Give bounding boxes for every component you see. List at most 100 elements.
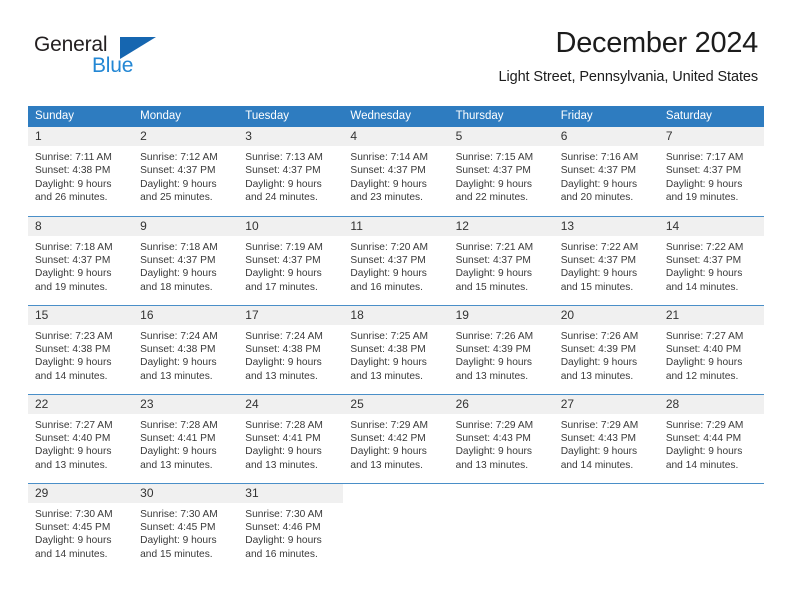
daylight-text-line2: and 23 minutes.	[350, 192, 423, 204]
calendar-day-cell[interactable]: 11 Sunrise: 7:20 AM Sunset: 4:37 PM Dayligh…	[343, 215, 449, 305]
day-number: 22	[28, 394, 134, 414]
sunset-text: Sunset: 4:37 PM	[140, 165, 216, 177]
sunrise-text: Sunrise: 7:27 AM	[35, 419, 113, 431]
day-number: 1	[28, 127, 134, 146]
calendar-day-cell[interactable]: 5 Sunrise: 7:15 AM Sunset: 4:37 PM Daylight…	[448, 127, 554, 216]
sunset-text: Sunset: 4:37 PM	[665, 165, 742, 177]
day-info: Sunrise: 7:16 AM Sunset: 4:37 PM Daylight:…	[554, 146, 659, 205]
daylight-text-line1: Daylight: 9 hours	[35, 268, 112, 280]
daylight-text-line1: Daylight: 9 hours	[140, 357, 217, 369]
day-info: Sunrise: 7:24 AM Sunset: 4:38 PM Daylight:…	[238, 325, 343, 384]
weekday-header-wednesday: Wednesday	[343, 106, 449, 127]
day-info: Sunrise: 7:22 AM Sunset: 4:37 PM Daylight:…	[554, 236, 659, 295]
daylight-text-line2: and 13 minutes.	[455, 459, 529, 471]
sunrise-text: Sunrise: 7:28 AM	[245, 419, 323, 431]
weekday-header-row: Sunday Monday Tuesday Wednesday Thursday Frid…	[28, 106, 764, 127]
daylight-text-line1: Daylight: 9 hours	[245, 268, 322, 280]
daylight-text-line1: Daylight: 9 hours	[245, 535, 322, 547]
calendar-day-cell[interactable]: 25 Sunrise: 7:29 AM Sunset: 4:42 PM Dayligh…	[343, 393, 449, 483]
calendar-day-cell[interactable]: 23 Sunrise: 7:28 AM Sunset: 4:41 PM Dayligh…	[133, 393, 239, 483]
calendar-day-cell[interactable]: 15 Sunrise: 7:23 AM Sunset: 4:38 PM Dayligh…	[28, 304, 134, 394]
day-number: 10	[238, 216, 344, 236]
calendar-day-cell[interactable]: 22 Sunrise: 7:27 AM Sunset: 4:40 PM Dayligh…	[28, 393, 134, 483]
calendar-day-cell[interactable]: 21 Sunrise: 7:27 AM Sunset: 4:40 PM Dayligh…	[658, 304, 764, 394]
daylight-text-line2: and 13 minutes.	[245, 370, 318, 382]
sunset-text: Sunset: 4:45 PM	[35, 521, 111, 533]
calendar-day-cell[interactable]: 3 Sunrise: 7:13 AM Sunset: 4:37 PM Daylight…	[238, 127, 344, 216]
sunrise-text: Sunrise: 7:11 AM	[35, 152, 112, 163]
calendar-day-cell[interactable]: 26 Sunrise: 7:29 AM Sunset: 4:43 PM Dayligh…	[448, 393, 554, 483]
daylight-text-line1: Daylight: 9 hours	[560, 268, 638, 280]
day-number: 11	[343, 216, 449, 236]
day-number: 8	[28, 216, 134, 236]
sunset-text: Sunset: 4:44 PM	[665, 432, 742, 444]
calendar-day-cell[interactable]: 18 Sunrise: 7:25 AM Sunset: 4:38 PM Dayligh…	[343, 304, 449, 394]
sunset-text: Sunset: 4:43 PM	[560, 432, 637, 444]
calendar-day-cell[interactable]: 16 Sunrise: 7:24 AM Sunset: 4:38 PM Dayligh…	[133, 304, 239, 394]
sunset-text: Sunset: 4:39 PM	[455, 343, 531, 355]
calendar-page: General Blue December 2024 Light Street,…	[0, 0, 792, 612]
daylight-text-line1: Daylight: 9 hours	[560, 178, 638, 190]
weekday-header-sunday: Sunday	[28, 106, 134, 127]
daylight-text-line1: Daylight: 9 hours	[140, 268, 217, 280]
calendar-day-cell[interactable]: 12 Sunrise: 7:21 AM Sunset: 4:37 PM Dayligh…	[448, 215, 554, 305]
calendar-day-cell[interactable]: 14 Sunrise: 7:22 AM Sunset: 4:37 PM Dayligh…	[658, 215, 764, 305]
daylight-text-line1: Daylight: 9 hours	[455, 178, 533, 190]
page-header: General Blue December 2024 Light Street,…	[0, 0, 792, 85]
day-info: Sunrise: 7:18 AM Sunset: 4:37 PM Daylight:…	[133, 236, 238, 295]
calendar-day-cell[interactable]: 30 Sunrise: 7:30 AM Sunset: 4:45 PM Dayligh…	[133, 482, 239, 572]
day-info: Sunrise: 7:17 AM Sunset: 4:37 PM Daylight:…	[659, 146, 764, 205]
sunrise-text: Sunrise: 7:16 AM	[560, 152, 639, 163]
daylight-text-line2: and 14 minutes.	[665, 281, 739, 293]
calendar-day-cell[interactable]: 10 Sunrise: 7:19 AM Sunset: 4:37 PM Dayligh…	[238, 215, 344, 305]
sunrise-sunset-calendar: Sunday Monday Tuesday Wednesday Thursday Frid…	[28, 106, 764, 572]
calendar-day-cell[interactable]: 19 Sunrise: 7:26 AM Sunset: 4:39 PM Dayligh…	[448, 304, 554, 394]
calendar-week-row: 22 Sunrise: 7:27 AM Sunset: 4:40 PM Dayligh…	[28, 393, 764, 483]
sunrise-text: Sunrise: 7:29 AM	[455, 419, 534, 431]
daylight-text-line2: and 18 minutes.	[140, 281, 213, 293]
day-number: 18	[343, 305, 449, 325]
day-info: Sunrise: 7:26 AM Sunset: 4:39 PM Daylight:…	[449, 325, 554, 384]
daylight-text-line1: Daylight: 9 hours	[35, 357, 112, 369]
day-number: 7	[658, 127, 764, 146]
calendar-day-cell[interactable]: 27 Sunrise: 7:29 AM Sunset: 4:43 PM Dayligh…	[553, 393, 659, 483]
daylight-text-line2: and 15 minutes.	[560, 281, 634, 293]
calendar-week-row: 8 Sunrise: 7:18 AM Sunset: 4:37 PM Daylight…	[28, 215, 764, 305]
day-number	[343, 484, 448, 503]
calendar-week-row: 15 Sunrise: 7:23 AM Sunset: 4:38 PM Dayligh…	[28, 304, 764, 394]
calendar-day-cell[interactable]: 9 Sunrise: 7:18 AM Sunset: 4:37 PM Daylight…	[133, 215, 239, 305]
sunset-text: Sunset: 4:37 PM	[560, 254, 637, 266]
daylight-text-line2: and 14 minutes.	[35, 548, 108, 560]
calendar-day-cell[interactable]: 6 Sunrise: 7:16 AM Sunset: 4:37 PM Daylight…	[553, 127, 659, 216]
sunrise-text: Sunrise: 7:23 AM	[35, 330, 113, 342]
calendar-day-cell[interactable]: 13 Sunrise: 7:22 AM Sunset: 4:37 PM Dayligh…	[553, 215, 659, 305]
sunset-text: Sunset: 4:41 PM	[245, 432, 321, 444]
daylight-text-line1: Daylight: 9 hours	[665, 178, 743, 190]
sunset-text: Sunset: 4:38 PM	[350, 343, 426, 355]
day-info: Sunrise: 7:28 AM Sunset: 4:41 PM Daylight:…	[133, 414, 238, 473]
sunrise-text: Sunrise: 7:19 AM	[245, 241, 323, 253]
daylight-text-line1: Daylight: 9 hours	[665, 357, 743, 369]
generalblue-logo: General Blue	[34, 33, 234, 81]
calendar-day-cell[interactable]: 2 Sunrise: 7:12 AM Sunset: 4:37 PM Daylight…	[133, 127, 239, 216]
calendar-day-cell[interactable]: 31 Sunrise: 7:30 AM Sunset: 4:46 PM Dayligh…	[238, 482, 344, 572]
sunrise-text: Sunrise: 7:24 AM	[245, 330, 323, 342]
calendar-day-cell[interactable]: 1 Sunrise: 7:11 AM Sunset: 4:38 PM Daylight…	[28, 127, 134, 216]
sunset-text: Sunset: 4:38 PM	[35, 343, 111, 355]
daylight-text-line1: Daylight: 9 hours	[140, 178, 217, 190]
day-number: 27	[553, 394, 659, 414]
weekday-header-saturday: Saturday	[658, 106, 764, 127]
calendar-day-cell[interactable]: 24 Sunrise: 7:28 AM Sunset: 4:41 PM Dayligh…	[238, 393, 344, 483]
calendar-day-cell[interactable]: 8 Sunrise: 7:18 AM Sunset: 4:37 PM Daylight…	[28, 215, 134, 305]
calendar-day-cell[interactable]: 7 Sunrise: 7:17 AM Sunset: 4:37 PM Daylight…	[658, 127, 764, 216]
calendar-day-cell[interactable]: 28 Sunrise: 7:29 AM Sunset: 4:44 PM Dayligh…	[658, 393, 764, 483]
calendar-day-cell[interactable]: 17 Sunrise: 7:24 AM Sunset: 4:38 PM Dayligh…	[238, 304, 344, 394]
day-number: 28	[658, 394, 764, 414]
calendar-day-cell[interactable]: 20 Sunrise: 7:26 AM Sunset: 4:39 PM Dayligh…	[553, 304, 659, 394]
daylight-text-line1: Daylight: 9 hours	[350, 178, 427, 190]
day-number: 13	[553, 216, 659, 236]
weekday-header-thursday: Thursday	[448, 106, 554, 127]
calendar-day-cell[interactable]: 4 Sunrise: 7:14 AM Sunset: 4:37 PM Daylight…	[343, 127, 449, 216]
day-info: Sunrise: 7:29 AM Sunset: 4:43 PM Daylight:…	[554, 414, 659, 473]
calendar-day-cell[interactable]: 29 Sunrise: 7:30 AM Sunset: 4:45 PM Dayligh…	[28, 482, 134, 572]
